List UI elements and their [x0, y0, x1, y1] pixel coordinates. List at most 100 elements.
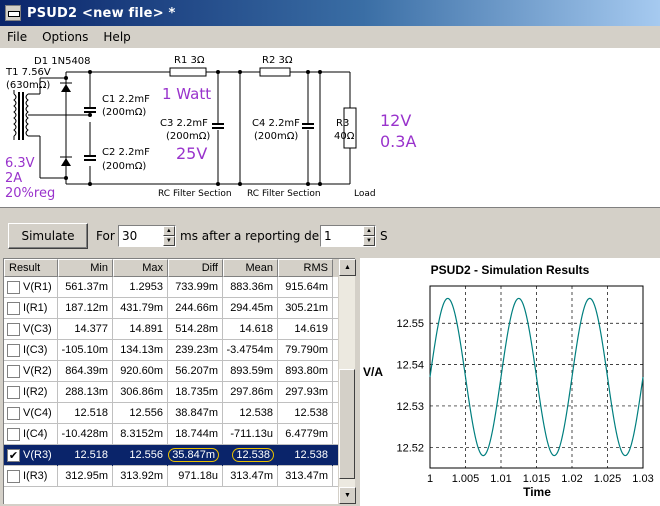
header-diff[interactable]: Diff: [168, 259, 223, 277]
cell-rms: 313.47m: [278, 465, 333, 487]
table-row[interactable]: V(C3) 14.377 14.891 514.28m 14.618 14.619: [4, 318, 355, 340]
result-name: V(R1): [23, 281, 52, 293]
cell-min: 312.95m: [58, 465, 113, 487]
table-row[interactable]: ✔ V(R3) 12.518 12.556 35.847m 12.538 12.538: [4, 444, 355, 466]
result-checkbox[interactable]: [7, 427, 20, 441]
r2-label: R2 3Ω: [262, 55, 293, 66]
delay-spinner[interactable]: ▲▼: [320, 225, 376, 247]
table-row[interactable]: I(R3) 312.95m 313.92m 971.18u 313.47m 313.47m: [4, 465, 355, 487]
result-checkbox[interactable]: [7, 364, 20, 378]
duration-input[interactable]: [119, 226, 163, 246]
cell-mean: 294.45m: [223, 297, 278, 319]
seconds-label: S: [380, 229, 388, 243]
note-reg: 20%reg: [5, 186, 55, 201]
result-name: I(R3): [23, 470, 48, 482]
cell-min: 187.12m: [58, 297, 113, 319]
header-result[interactable]: Result: [4, 259, 58, 277]
result-name-cell[interactable]: V(R1): [4, 276, 58, 298]
highlighted-mean-value: 12.538: [232, 448, 274, 462]
result-name-cell[interactable]: I(R2): [4, 381, 58, 403]
result-name-cell[interactable]: V(R2): [4, 360, 58, 382]
result-name-cell[interactable]: I(C4): [4, 423, 58, 445]
simulate-button[interactable]: Simulate: [8, 223, 88, 249]
duration-spinner[interactable]: ▲▼: [118, 225, 176, 247]
cell-max-value: 14.891: [129, 323, 163, 335]
delay-input[interactable]: [321, 226, 363, 246]
result-checkbox[interactable]: [7, 469, 20, 483]
scroll-up-button[interactable]: ▲: [339, 259, 356, 276]
header-mean[interactable]: Mean: [223, 259, 278, 277]
delay-up-button[interactable]: ▲: [362, 226, 375, 236]
result-name: V(C3): [23, 323, 52, 335]
table-row[interactable]: I(R1) 187.12m 431.79m 244.66m 294.45m 305.21m: [4, 297, 355, 319]
cell-diff: 239.23m: [168, 339, 223, 361]
result-checkbox[interactable]: ✔: [7, 448, 20, 462]
delay-down-button[interactable]: ▼: [362, 236, 375, 246]
highlighted-diff-value: 35.847m: [168, 448, 219, 462]
cell-max: 8.3152m: [113, 423, 168, 445]
table-row[interactable]: I(C4) -10.428m 8.3152m 18.744m -711.13u 6.477…: [4, 423, 355, 445]
menu-help[interactable]: Help: [96, 30, 138, 44]
cell-diff-value: 244.66m: [175, 302, 218, 314]
scroll-down-button[interactable]: ▼: [339, 487, 356, 504]
cell-max: 431.79m: [113, 297, 168, 319]
cell-min-value: 561.37m: [65, 281, 108, 293]
table-row[interactable]: I(C3) -105.10m 134.13m 239.23m -3.4754m 79.79…: [4, 339, 355, 361]
result-checkbox[interactable]: [7, 385, 20, 399]
cell-mean: -711.13u: [223, 423, 278, 445]
schematic-canvas[interactable]: T1 7.56V (630mΩ) D1 1N5408 C1 2.2mF (200…: [0, 48, 660, 208]
app-icon: [5, 5, 21, 21]
result-name-cell[interactable]: V(C3): [4, 318, 58, 340]
y-tick-label: 12.52: [396, 442, 424, 454]
cell-rms-value: 297.93m: [285, 386, 328, 398]
c3-label: C3 2.2mF: [160, 118, 208, 129]
scroll-thumb[interactable]: [339, 369, 355, 479]
result-name-cell[interactable]: I(R1): [4, 297, 58, 319]
cell-mean-value: 12.538: [239, 407, 273, 419]
cell-mean-value: -3.4754m: [226, 344, 273, 356]
cell-max: 920.60m: [113, 360, 168, 382]
c1-resistance: (200mΩ): [102, 107, 146, 118]
header-max[interactable]: Max: [113, 259, 168, 277]
duration-up-button[interactable]: ▲: [162, 226, 175, 236]
cell-mean: 883.36m: [223, 276, 278, 298]
table-row[interactable]: V(R2) 864.39m 920.60m 56.207m 893.59m 893.80m: [4, 360, 355, 382]
result-checkbox[interactable]: [7, 280, 20, 294]
table-row[interactable]: V(C4) 12.518 12.556 38.847m 12.538 12.538: [4, 402, 355, 424]
duration-down-button[interactable]: ▼: [162, 236, 175, 246]
cell-min: 561.37m: [58, 276, 113, 298]
header-rms[interactable]: RMS: [278, 259, 333, 277]
cell-mean: 893.59m: [223, 360, 278, 382]
menu-options[interactable]: Options: [35, 30, 96, 44]
table-row[interactable]: I(R2) 288.13m 306.86m 18.735m 297.86m 297.93m: [4, 381, 355, 403]
cell-max-value: 920.60m: [120, 365, 163, 377]
cell-rms: 297.93m: [278, 381, 333, 403]
results-table[interactable]: Result Min Max Diff Mean RMS V(R1) 561.37…: [3, 258, 356, 504]
cell-min-value: -105.10m: [61, 344, 108, 356]
result-name-cell[interactable]: ✔ V(R3): [4, 444, 58, 466]
table-row[interactable]: V(R1) 561.37m 1.2953 733.99m 883.36m 915.64m: [4, 276, 355, 298]
cell-rms-value: 12.538: [294, 407, 328, 419]
result-name-cell[interactable]: I(R3): [4, 465, 58, 487]
x-tick-label: 1: [427, 473, 433, 485]
x-tick-label: 1.01: [490, 473, 511, 485]
result-checkbox[interactable]: [7, 406, 20, 420]
result-name-cell[interactable]: V(C4): [4, 402, 58, 424]
header-min[interactable]: Min: [58, 259, 113, 277]
cell-max: 12.556: [113, 444, 168, 466]
results-scrollbar[interactable]: ▲ ▼: [338, 259, 356, 504]
result-name-cell[interactable]: I(C3): [4, 339, 58, 361]
menu-file[interactable]: File: [0, 30, 35, 44]
result-checkbox[interactable]: [7, 301, 20, 315]
cell-min: 864.39m: [58, 360, 113, 382]
cell-min: -105.10m: [58, 339, 113, 361]
result-checkbox[interactable]: [7, 322, 20, 336]
cell-rms-value: 14.619: [294, 323, 328, 335]
x-tick-label: 1.03: [632, 473, 653, 485]
cell-min-value: 288.13m: [65, 386, 108, 398]
result-checkbox[interactable]: [7, 343, 20, 357]
cell-max-value: 12.556: [129, 449, 163, 461]
cell-mean-value: 313.47m: [230, 470, 273, 482]
cell-rms: 893.80m: [278, 360, 333, 382]
cell-diff: 18.744m: [168, 423, 223, 445]
